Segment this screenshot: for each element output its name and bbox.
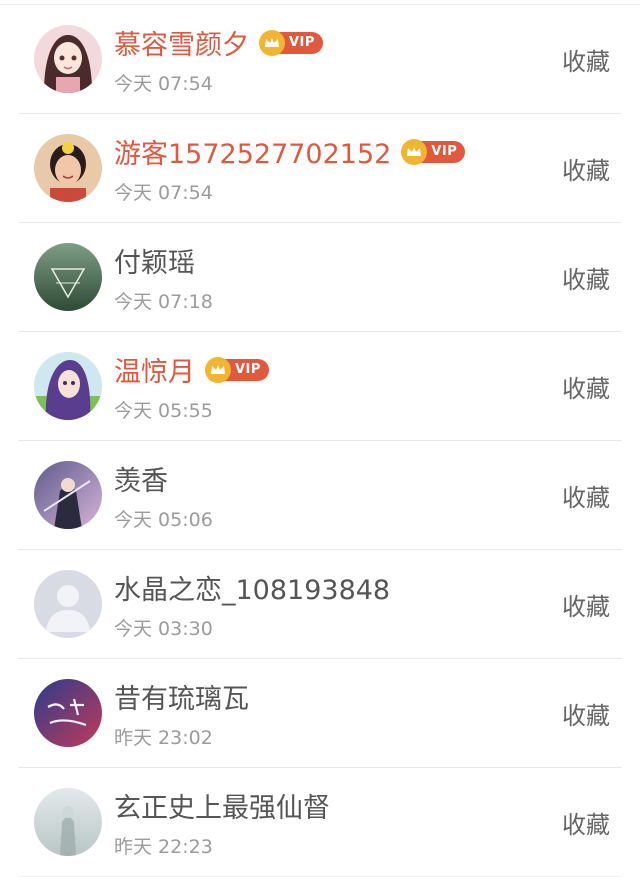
crown-icon [259, 29, 285, 56]
visit-time: 今天 05:55 [114, 399, 213, 422]
list-item[interactable]: 昔有琉璃瓦 昨天 23:02 收藏 [18, 659, 622, 768]
user-name[interactable]: 玄正史上最强仙督 [114, 786, 330, 825]
misty-figure-avatar-icon[interactable] [34, 788, 102, 856]
forest-triangle-avatar-icon[interactable] [34, 243, 102, 311]
user-name[interactable]: 慕容雪颜夕 [114, 23, 249, 62]
user-name[interactable]: 羡香 [114, 459, 168, 498]
favorite-button[interactable]: 收藏 [546, 151, 626, 186]
anime-purple-hair-avatar-icon[interactable] [34, 352, 102, 420]
visit-time: 今天 07:54 [114, 181, 213, 204]
list-item[interactable]: 游客1572527702152 VIP 今天 07:54 收藏 [18, 114, 622, 223]
anime-girl-avatar-icon[interactable] [34, 25, 102, 93]
user-name[interactable]: 游客1572527702152 [114, 132, 391, 171]
list-item[interactable]: 水晶之恋_108193848 今天 03:30 收藏 [18, 550, 622, 659]
favorite-button[interactable]: 收藏 [546, 42, 626, 77]
user-list: 慕容雪颜夕 VIP 今天 07:54 收藏 游客1572527702152 VI… [0, 5, 640, 877]
visit-time: 昨天 23:02 [114, 726, 213, 749]
list-item[interactable]: 羡香 今天 05:06 收藏 [18, 441, 622, 550]
visit-time: 昨天 22:23 [114, 835, 213, 858]
list-item[interactable]: 慕容雪颜夕 VIP 今天 07:54 收藏 [18, 5, 622, 114]
favorite-button[interactable]: 收藏 [546, 587, 626, 622]
visit-time: 今天 05:06 [114, 508, 213, 531]
user-name[interactable]: 昔有琉璃瓦 [114, 677, 249, 716]
vip-badge: VIP [205, 356, 269, 383]
user-name[interactable]: 付颖瑶 [114, 241, 195, 280]
user-name[interactable]: 水晶之恋_108193848 [114, 568, 390, 607]
girl-photo-avatar-icon[interactable] [34, 134, 102, 202]
visit-time: 今天 07:18 [114, 290, 213, 313]
vip-badge: VIP [259, 29, 323, 56]
favorite-button[interactable]: 收藏 [546, 805, 626, 840]
visit-time: 今天 07:54 [114, 72, 213, 95]
anime-warrior-avatar-icon[interactable] [34, 461, 102, 529]
favorite-button[interactable]: 收藏 [546, 696, 626, 731]
favorite-button[interactable]: 收藏 [546, 369, 626, 404]
user-name[interactable]: 温惊月 [114, 350, 195, 389]
vip-badge: VIP [401, 138, 466, 165]
crown-icon [401, 138, 428, 165]
crown-icon [205, 356, 231, 383]
default-user-avatar-icon[interactable] [34, 570, 102, 638]
list-item[interactable]: 付颖瑶 今天 07:18 收藏 [18, 223, 622, 332]
list-item[interactable]: 温惊月 VIP 今天 05:55 收藏 [18, 332, 622, 441]
favorite-button[interactable]: 收藏 [546, 478, 626, 513]
favorite-button[interactable]: 收藏 [546, 260, 626, 295]
calligraphy-avatar-icon[interactable] [34, 679, 102, 747]
visit-time: 今天 03:30 [114, 617, 213, 640]
